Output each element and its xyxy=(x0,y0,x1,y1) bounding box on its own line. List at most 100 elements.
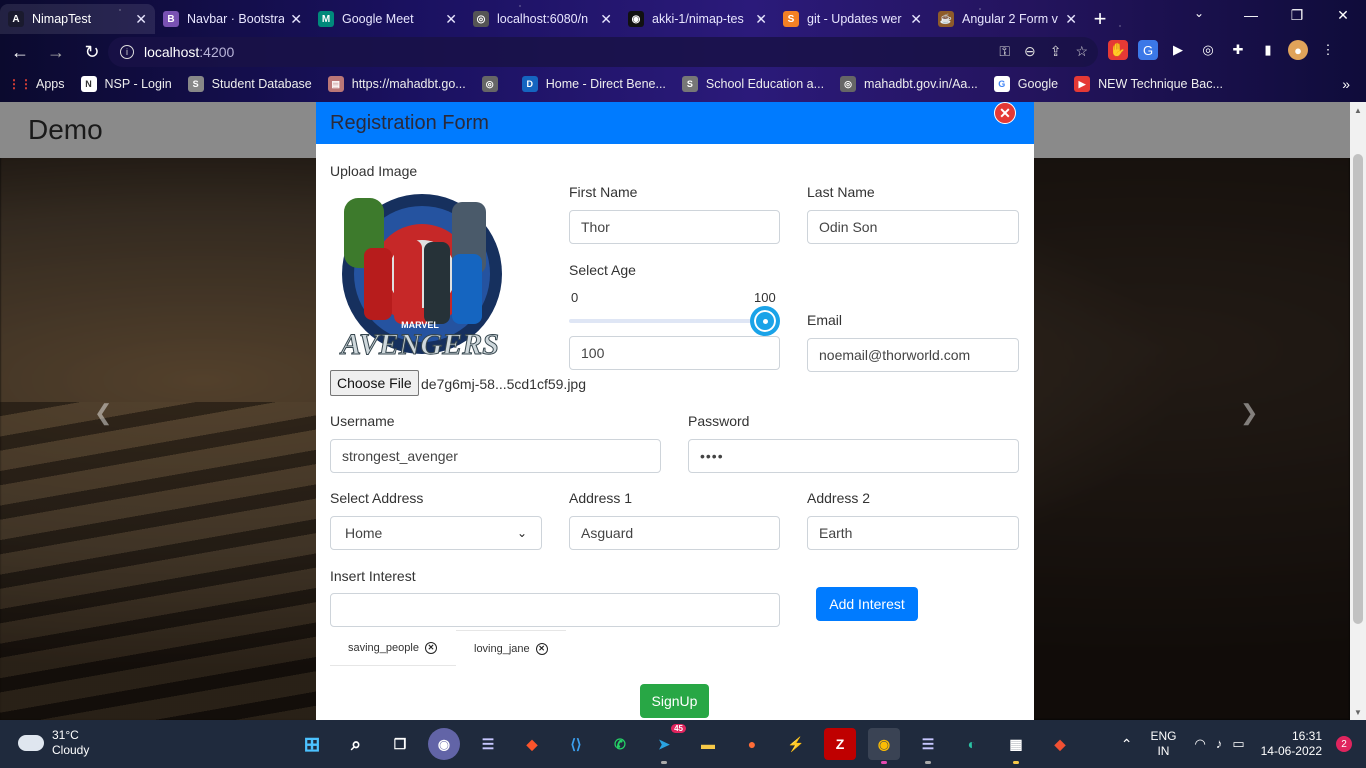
language-indicator[interactable]: ENG IN xyxy=(1150,729,1176,759)
close-tab-icon[interactable]: ✕ xyxy=(290,11,302,28)
thunder-icon[interactable]: ⚡ xyxy=(780,728,812,760)
notification-badge[interactable]: 2 xyxy=(1336,736,1352,752)
extension-icon[interactable]: ✋ xyxy=(1108,40,1128,60)
bookmark-mahadbt-aa[interactable]: ◎ mahadbt.gov.in/Aa... xyxy=(840,76,978,92)
choose-file-button[interactable]: Choose File xyxy=(330,370,419,396)
chrome-icon[interactable]: ◉ xyxy=(868,728,900,764)
close-tab-icon[interactable]: ✕ xyxy=(910,11,922,28)
back-icon[interactable]: ← xyxy=(4,36,36,68)
app-icon[interactable]: ☰ xyxy=(912,728,944,764)
key-icon[interactable]: ⚿ xyxy=(999,43,1010,60)
restore-icon[interactable]: ❐ xyxy=(1274,0,1320,30)
navbar-brand[interactable]: Demo xyxy=(28,114,103,146)
edge-icon[interactable]: ◐ xyxy=(956,728,988,760)
profile-avatar[interactable]: ● xyxy=(1288,40,1308,60)
close-tab-icon[interactable]: ✕ xyxy=(755,11,767,28)
play-icon[interactable]: ▶ xyxy=(1168,40,1188,60)
bookmark-student-db[interactable]: S Student Database xyxy=(187,76,312,92)
brave-icon[interactable]: ◆ xyxy=(516,728,548,760)
tab-bootstrap[interactable]: B Navbar · Bootstra ✕ xyxy=(155,4,310,34)
close-window-icon[interactable]: ✕ xyxy=(1320,0,1366,30)
address-select-value: Home xyxy=(345,525,383,541)
add-interest-button[interactable]: Add Interest xyxy=(816,587,918,621)
puzzle-icon[interactable]: ✚ xyxy=(1228,40,1248,60)
bookmark-nsp[interactable]: N NSP - Login xyxy=(80,76,172,92)
scrollbar-thumb[interactable] xyxy=(1353,154,1363,624)
bookmark-globe[interactable]: ◎ xyxy=(481,76,506,92)
tab-nimaptest[interactable]: A NimapTest ✕ xyxy=(0,4,155,34)
weather-widget[interactable]: 31°C Cloudy xyxy=(18,728,89,758)
tab-google-meet[interactable]: M Google Meet ✕ xyxy=(310,4,465,34)
remove-chip-icon[interactable]: ✕ xyxy=(535,642,548,655)
bookmark-youtube[interactable]: ▶ NEW Technique Bac... xyxy=(1074,76,1223,92)
forward-icon[interactable]: → xyxy=(40,36,72,68)
last-name-field[interactable]: Odin Son xyxy=(807,210,1019,244)
zoom-icon[interactable]: ⊖ xyxy=(1024,43,1036,60)
remove-chip-icon[interactable]: ✕ xyxy=(424,641,437,654)
tab-stackoverflow[interactable]: S git - Updates wer ✕ xyxy=(775,4,930,34)
app-icon[interactable]: ☰ xyxy=(472,728,504,760)
filezilla-icon[interactable]: Z xyxy=(824,728,856,760)
file-name: de7g6mj-58...5cd1cf59.jpg xyxy=(421,376,586,392)
address-bar[interactable]: i localhost:4200 ⚿ ⊖ ⇪ ☆ xyxy=(108,37,1098,67)
scroll-down-icon[interactable]: ▼ xyxy=(1350,704,1366,720)
wifi-icon[interactable]: ◠ xyxy=(1194,736,1205,752)
search-icon[interactable]: ⌕ xyxy=(340,728,372,760)
more-bookmarks-icon[interactable]: » xyxy=(1342,70,1350,98)
git-icon[interactable]: ◆ xyxy=(1044,728,1076,760)
tab-angular-form[interactable]: ☕ Angular 2 Form v ✕ xyxy=(930,4,1085,34)
first-name-field[interactable]: Thor xyxy=(569,210,780,244)
close-tab-icon[interactable]: ✕ xyxy=(600,11,612,28)
interest-field[interactable] xyxy=(330,593,780,627)
scroll-up-icon[interactable]: ▲ xyxy=(1350,102,1366,118)
password-field[interactable]: •••• xyxy=(688,439,1019,473)
task-view-icon[interactable]: ❐ xyxy=(384,728,416,760)
bookmark-star-icon[interactable]: ☆ xyxy=(1075,43,1088,60)
close-tab-icon[interactable]: ✕ xyxy=(1065,11,1077,28)
username-field[interactable]: strongest_avenger xyxy=(330,439,661,473)
minimize-icon[interactable]: — xyxy=(1228,0,1274,30)
age-slider-thumb[interactable] xyxy=(750,306,780,336)
close-modal-button[interactable]: ✕ xyxy=(994,102,1016,124)
bookmark-mahadbt[interactable]: ▤ https://mahadbt.go... xyxy=(327,76,466,92)
address-select[interactable]: Home ⌄ xyxy=(330,516,542,550)
battery-icon[interactable]: ▭ xyxy=(1232,736,1244,752)
postman-icon[interactable]: ● xyxy=(736,728,768,760)
tab-search-icon[interactable]: ⌄ xyxy=(1194,6,1204,20)
address2-field[interactable]: Earth xyxy=(807,516,1019,550)
bookmark-google[interactable]: G Google xyxy=(993,76,1058,92)
sidepanel-icon[interactable]: ▮ xyxy=(1258,40,1278,60)
close-tab-icon[interactable]: ✕ xyxy=(445,11,457,28)
telegram-icon[interactable]: ➤ 45 xyxy=(648,724,686,764)
age-field[interactable]: 100 xyxy=(569,336,780,370)
clock[interactable]: 16:31 14-06-2022 xyxy=(1261,729,1322,759)
bookmark-dbt[interactable]: D Home - Direct Bene... xyxy=(521,76,666,92)
share-icon[interactable]: ⇪ xyxy=(1050,43,1062,60)
volume-icon[interactable]: ♪ xyxy=(1216,736,1223,752)
calendar-icon[interactable]: ▦ xyxy=(1000,728,1032,764)
start-icon[interactable]: ⊞ xyxy=(296,728,328,760)
vscode-icon[interactable]: ⟨⟩ xyxy=(560,728,592,760)
reload-icon[interactable]: ↻ xyxy=(76,36,108,68)
translate-icon[interactable]: G xyxy=(1138,40,1158,60)
tab-localhost-6080[interactable]: ◎ localhost:6080/n ✕ xyxy=(465,4,620,34)
new-tab-button[interactable]: + xyxy=(1085,4,1115,34)
bookmark-school[interactable]: S School Education a... xyxy=(681,76,824,92)
page-scrollbar[interactable]: ▲ ▼ xyxy=(1350,102,1366,720)
email-field[interactable]: noemail@thorworld.com xyxy=(807,338,1019,372)
close-tab-icon[interactable]: ✕ xyxy=(135,11,147,28)
chat-icon[interactable]: ◉ xyxy=(428,728,460,760)
carousel-prev-icon[interactable]: ❮ xyxy=(94,400,112,426)
site-info-icon[interactable]: i xyxy=(120,45,134,59)
menu-icon[interactable]: ⋮ xyxy=(1318,40,1338,60)
age-slider-track[interactable] xyxy=(569,319,765,323)
whatsapp-icon[interactable]: ✆ xyxy=(604,728,636,760)
chevron-up-icon[interactable]: ⌃ xyxy=(1121,736,1133,753)
file-explorer-icon[interactable]: ▬ xyxy=(692,728,724,760)
bookmark-apps[interactable]: ⋮⋮ Apps xyxy=(8,76,65,92)
carousel-next-icon[interactable]: ❯ xyxy=(1240,400,1258,426)
address1-field[interactable]: Asguard xyxy=(569,516,780,550)
signup-button[interactable]: SignUp xyxy=(640,684,709,718)
extension-icon[interactable]: ◎ xyxy=(1198,40,1218,60)
tab-github[interactable]: ◉ akki-1/nimap-tes ✕ xyxy=(620,4,775,34)
